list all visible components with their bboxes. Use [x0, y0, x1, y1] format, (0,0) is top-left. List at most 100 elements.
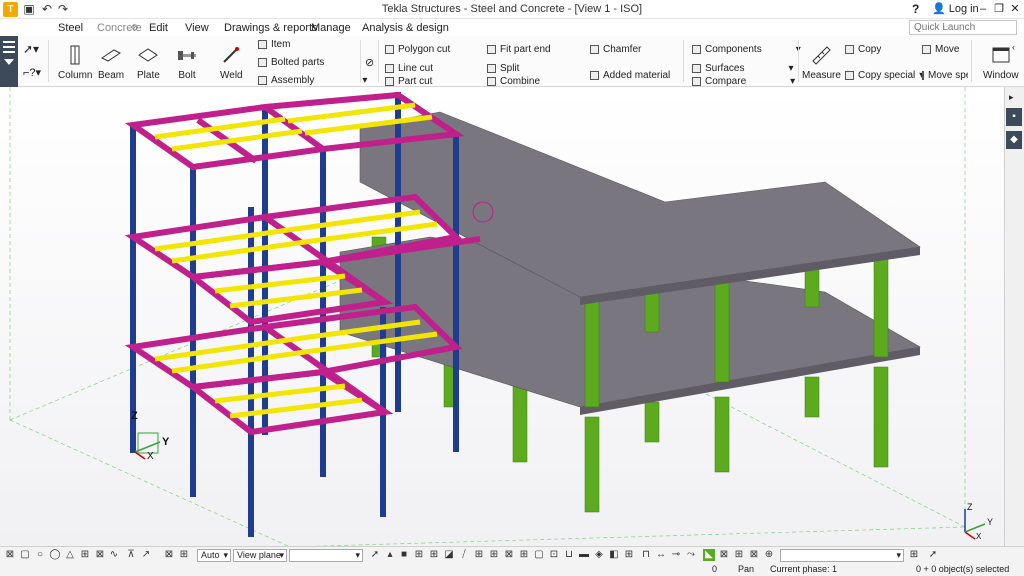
- minimize-button[interactable]: –: [976, 1, 990, 17]
- move-special-button[interactable]: Move speci: [922, 70, 968, 81]
- model-canvas[interactable]: Z Y X Z Y X: [0, 87, 1004, 546]
- line-cut-button[interactable]: Line cut: [385, 63, 433, 74]
- plate-button[interactable]: Plate: [137, 38, 160, 81]
- bolt-button[interactable]: Bolt: [176, 38, 198, 81]
- select-arrow2-icon[interactable]: ↗: [140, 549, 152, 561]
- select-area-icon[interactable]: ◯: [49, 549, 61, 561]
- column-button[interactable]: Column: [58, 38, 92, 81]
- eye-slash-icon[interactable]: ⊘: [131, 22, 139, 33]
- view-plane-select[interactable]: View plane: [233, 549, 287, 562]
- select-polygon-icon[interactable]: ○: [34, 549, 46, 561]
- components-button[interactable]: Components▾: [692, 44, 801, 55]
- beam-button[interactable]: Beam: [98, 38, 124, 81]
- snap-grid-icon[interactable]: ⊞: [473, 549, 485, 561]
- hide-icon[interactable]: ⊘: [365, 56, 374, 69]
- assembly-button[interactable]: Assembly ▾: [258, 75, 367, 86]
- quick-launch-input[interactable]: [909, 20, 1017, 35]
- select-component-icon[interactable]: ⊠: [163, 549, 175, 561]
- item-button[interactable]: Item: [258, 39, 290, 50]
- snap-tangent-icon[interactable]: ⤳: [685, 549, 697, 561]
- login-button[interactable]: 👤 Log in: [932, 2, 979, 16]
- fit-part-end-button[interactable]: Fit part end: [487, 44, 551, 55]
- snap-ext-icon[interactable]: ⊞: [518, 549, 530, 561]
- snap-plane-icon[interactable]: ▬: [578, 549, 590, 561]
- snap-surface-icon[interactable]: ◈: [593, 549, 605, 561]
- phase-icon[interactable]: ◣: [703, 549, 715, 561]
- move-button[interactable]: Move: [922, 44, 959, 55]
- collapse-panel-icon[interactable]: ▸: [1009, 92, 1014, 103]
- surfaces-button[interactable]: Surfaces ▾: [692, 63, 794, 74]
- login-label: Log in: [948, 2, 979, 15]
- snap-intersect-icon[interactable]: ⊞: [428, 549, 440, 561]
- tab-steel[interactable]: Steel: [54, 22, 87, 38]
- tab-manage[interactable]: Manage: [311, 22, 351, 34]
- snap-dash-icon[interactable]: ⊸: [670, 549, 682, 561]
- status-phase: Current phase: 1: [770, 564, 838, 574]
- combine-button[interactable]: Combine: [487, 76, 540, 87]
- select-point-icon[interactable]: ⊼: [125, 549, 137, 561]
- help-icon[interactable]: ?: [912, 2, 919, 16]
- tab-analysis-design[interactable]: Analysis & design: [362, 22, 449, 34]
- compare-icon: [692, 77, 701, 86]
- snap-edge-icon[interactable]: ◪: [443, 549, 455, 561]
- compare-button[interactable]: Compare ▾: [692, 76, 795, 87]
- auto-select[interactable]: Auto: [197, 549, 231, 562]
- close-button[interactable]: ✕: [1008, 1, 1022, 17]
- grid-snap-icon[interactable]: ⊞: [908, 549, 920, 561]
- select-weld-icon[interactable]: ⊠: [94, 549, 106, 561]
- ribbon-tabs: Steel Concrete ⊘ Edit View Drawings & re…: [0, 19, 1024, 38]
- phase-select[interactable]: [780, 549, 904, 562]
- model-view[interactable]: Z Y X Z Y X: [0, 87, 1004, 546]
- restore-button[interactable]: ❐: [992, 1, 1006, 17]
- snap-mirror-icon[interactable]: ↔: [655, 549, 667, 561]
- filter-select[interactable]: [289, 549, 363, 562]
- properties-icon[interactable]: ▪: [1006, 108, 1022, 126]
- model-icon[interactable]: ⊠: [718, 549, 730, 561]
- zoom-icon[interactable]: ⊕: [763, 549, 775, 561]
- snap-near-icon[interactable]: ⊡: [548, 549, 560, 561]
- snap-perp-icon[interactable]: ⊠: [503, 549, 515, 561]
- menu-icon[interactable]: [0, 36, 18, 87]
- part-cut-button[interactable]: Part cut: [385, 76, 432, 87]
- snap-arrow-icon[interactable]: ➚: [369, 549, 381, 561]
- added-material-button[interactable]: Added material: [590, 70, 670, 81]
- snap-line-icon[interactable]: ⧸: [458, 549, 470, 561]
- select-arrow-icon[interactable]: ➚▾: [23, 42, 39, 56]
- snap-face-icon[interactable]: ◧: [608, 549, 620, 561]
- copy-special-button[interactable]: Copy special▾: [845, 70, 924, 81]
- snap-box-icon[interactable]: ▢: [533, 549, 545, 561]
- snap-mid-icon[interactable]: ■: [398, 549, 410, 561]
- measure-button[interactable]: Measure: [802, 38, 841, 81]
- tab-edit[interactable]: Edit: [149, 22, 168, 34]
- snap-any-icon[interactable]: ⊞: [488, 549, 500, 561]
- line-cut-icon: [385, 64, 394, 73]
- tab-drawings-reports[interactable]: Drawings & reports: [224, 22, 318, 34]
- assembly-icon: [258, 76, 267, 85]
- weld-button[interactable]: Weld: [220, 38, 243, 81]
- status-mode: Pan: [738, 564, 755, 574]
- select-parts-icon[interactable]: ▢: [19, 549, 31, 561]
- model2-icon[interactable]: ⊞: [733, 549, 745, 561]
- select-bolt-icon[interactable]: ⊞: [79, 549, 91, 561]
- polygon-cut-button[interactable]: Polygon cut: [385, 44, 450, 55]
- select-all-icon[interactable]: ⊠: [4, 549, 16, 561]
- chamfer-button[interactable]: Chamfer: [590, 44, 641, 55]
- snap-icon[interactable]: ⌐?▾: [23, 66, 41, 79]
- tab-view[interactable]: View: [185, 22, 209, 34]
- snap-corner-icon[interactable]: ⊞: [623, 549, 635, 561]
- snap-end-icon[interactable]: ▴: [384, 549, 396, 561]
- pointer-icon[interactable]: ➚: [927, 549, 939, 561]
- snap-frame-icon[interactable]: ⊓: [640, 549, 652, 561]
- select-assembly-icon[interactable]: ⊞: [178, 549, 190, 561]
- copy-button[interactable]: Copy: [845, 44, 881, 55]
- model3-icon[interactable]: ⊠: [748, 549, 760, 561]
- select-triangle-icon[interactable]: △: [64, 549, 76, 561]
- select-ref-icon[interactable]: ∿: [108, 549, 120, 561]
- split-button[interactable]: Split: [487, 63, 519, 74]
- snap-center-icon[interactable]: ⊞: [413, 549, 425, 561]
- bolted-parts-button[interactable]: Bolted parts: [258, 57, 324, 68]
- catalog-icon[interactable]: ◆: [1006, 131, 1022, 149]
- status-bar: 0 Pan Current phase: 1 0 + 0 object(s) s…: [0, 563, 1024, 576]
- ribbon-scroll-icon[interactable]: ‹: [1012, 42, 1015, 52]
- snap-u-icon[interactable]: ⊔: [563, 549, 575, 561]
